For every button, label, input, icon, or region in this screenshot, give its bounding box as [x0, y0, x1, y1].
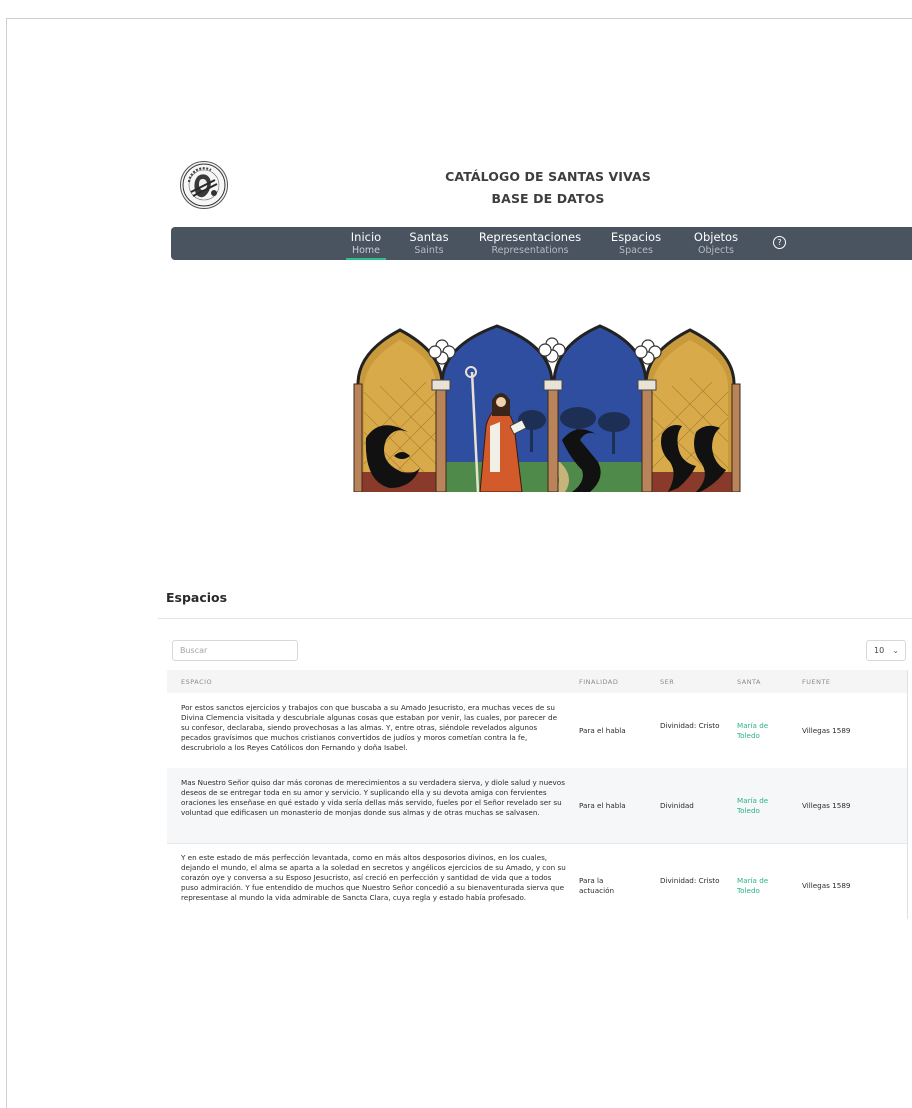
- search-input[interactable]: [172, 640, 298, 661]
- gothic-arches-saint-illustration: [350, 322, 746, 492]
- nav-item-sublabel: Representations: [491, 245, 569, 256]
- cell-espacio: Por estos sanctos ejercicios y trabajos …: [181, 703, 558, 752]
- cell-fuente: Villegas 1589: [802, 881, 851, 890]
- page-size-select[interactable]: 10 ⌄: [866, 640, 906, 661]
- cell-ser: Divinidad: [660, 801, 694, 810]
- table-header: ESPACIO FINALIDAD SER SANTA FUENTE: [167, 670, 907, 693]
- main-nav: Inicio Home Santas Saints Representacion…: [171, 227, 912, 260]
- hero-illustration: [350, 322, 746, 492]
- cell-finalidad: Para la actuación: [579, 876, 615, 895]
- chevron-down-icon: ⌄: [892, 646, 899, 655]
- section-divider: [158, 618, 912, 619]
- table-row[interactable]: Mas Nuestro Señor quiso dar más coronas …: [167, 768, 907, 844]
- nav-item-saints[interactable]: Santas Saints: [409, 230, 449, 258]
- table-row[interactable]: Por estos sanctos ejercicios y trabajos …: [167, 693, 907, 769]
- site-title-line1: CATÁLOGO DE SANTAS VIVAS: [445, 169, 651, 184]
- column-header-finalidad[interactable]: FINALIDAD: [579, 678, 618, 686]
- nav-item-label: Objetos: [693, 230, 739, 244]
- cell-fuente: Villegas 1589: [802, 801, 851, 810]
- cell-finalidad: Para el habla: [579, 801, 626, 810]
- nav-item-representations[interactable]: Representaciones Representations: [478, 230, 582, 258]
- nav-item-home[interactable]: Inicio Home: [346, 230, 386, 260]
- cell-santa-link[interactable]: María de Toledo: [737, 796, 781, 816]
- cell-santa-link[interactable]: María de Toledo: [737, 721, 781, 741]
- cell-fuente: Villegas 1589: [802, 726, 851, 735]
- column-header-ser[interactable]: SER: [660, 678, 674, 686]
- nav-item-label: Santas: [409, 230, 449, 244]
- logo-seal-icon: [182, 163, 226, 207]
- site-title-line2: BASE DE DATOS: [491, 191, 605, 206]
- table-row[interactable]: Y en este estado de más perfección levan…: [167, 843, 907, 919]
- nav-item-spaces[interactable]: Espacios Spaces: [609, 230, 663, 258]
- column-header-espacio[interactable]: ESPACIO: [181, 678, 212, 686]
- nav-item-objects[interactable]: Objetos Objects: [691, 230, 741, 258]
- page-size-value: 10: [874, 646, 885, 655]
- site-title: CATÁLOGO DE SANTAS VIVAS BASE DE DATOS: [440, 166, 656, 210]
- nav-item-sublabel: Spaces: [619, 245, 653, 256]
- nav-item-label: Representaciones: [478, 230, 582, 244]
- cell-finalidad: Para el habla: [579, 726, 626, 735]
- section-title: Espacios: [166, 590, 228, 605]
- column-header-santa[interactable]: SANTA: [737, 678, 761, 686]
- base-de-datos-logo[interactable]: [180, 161, 228, 209]
- cell-espacio: Mas Nuestro Señor quiso dar más coronas …: [181, 778, 565, 817]
- table-right-border: [907, 670, 908, 919]
- spaces-table-body: Por estos sanctos ejercicios y trabajos …: [167, 693, 907, 919]
- cell-santa-link[interactable]: María de Toledo: [737, 876, 781, 896]
- cell-espacio: Y en este estado de más perfección levan…: [181, 853, 566, 902]
- help-question-icon[interactable]: ?: [773, 236, 786, 249]
- nav-item-sublabel: Saints: [414, 245, 444, 256]
- column-header-fuente[interactable]: FUENTE: [802, 678, 831, 686]
- nav-item-label: Espacios: [610, 230, 662, 244]
- nav-item-sublabel: Home: [346, 244, 386, 260]
- cell-ser: Divinidad: Cristo: [660, 876, 720, 885]
- cell-ser: Divinidad: Cristo: [660, 721, 720, 730]
- nav-item-sublabel: Objects: [698, 245, 734, 256]
- nav-item-label: Inicio: [350, 230, 382, 244]
